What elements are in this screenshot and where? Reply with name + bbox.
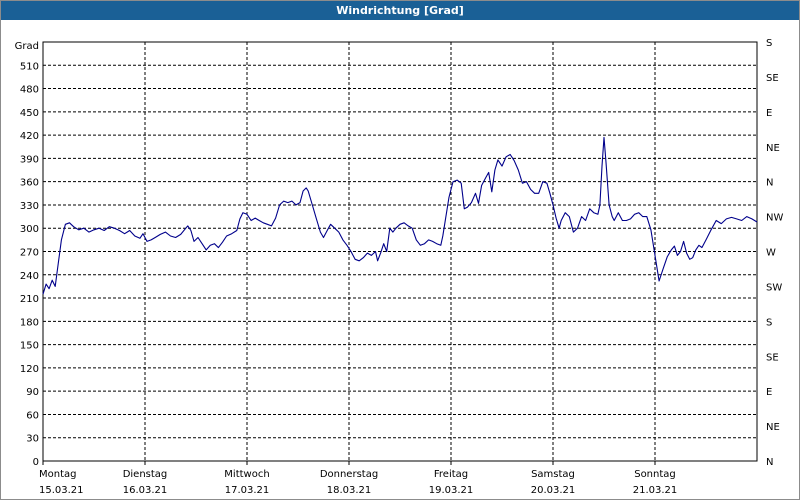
x-tick-label-date: 21.03.21 [633, 485, 678, 496]
y-tick-label: 450 [20, 108, 39, 119]
wind-direction-chart: 0 30 60 90 120 150 180 210 240 270 300 330 360 390 420… [15, 38, 784, 496]
y-tick-label: 330 [20, 201, 39, 212]
right-axis-label: NE [766, 143, 780, 154]
x-tick-label-day: Sonntag [634, 469, 676, 480]
right-axis-label: W [766, 248, 776, 259]
x-tick-label-date: 15.03.21 [39, 485, 84, 496]
y-tick-label: 300 [20, 224, 39, 235]
right-axis-label: N [766, 457, 773, 468]
y-tick-label: 360 [20, 178, 39, 189]
x-tick-label-date: 17.03.21 [225, 485, 270, 496]
x-tick-label-day: Montag [39, 469, 76, 480]
right-axis-label: NW [766, 213, 783, 224]
right-axis-label: SE [766, 73, 779, 84]
y-tick-label: 150 [20, 341, 39, 352]
y-tick-label: 30 [26, 434, 39, 445]
x-tick-label-date: 20.03.21 [531, 485, 576, 496]
y-tick-label: 420 [20, 131, 39, 142]
y-tick-label: 270 [20, 248, 39, 259]
right-axis-label: SE [766, 352, 779, 363]
x-tick-label-date: 18.03.21 [327, 485, 372, 496]
x-tick-label-day: Samstag [531, 469, 575, 480]
y-tick-label: 510 [20, 61, 39, 72]
y-tick-label: 210 [20, 294, 39, 305]
x-tick-label-day: Donnerstag [320, 469, 378, 480]
right-axis-label: N [766, 178, 773, 189]
x-tick-label-date: 19.03.21 [429, 485, 474, 496]
x-tick-label-day: Dienstag [123, 469, 168, 480]
right-axis-label: NE [766, 422, 780, 433]
right-axis-label: S [766, 317, 772, 328]
right-axis-label: S [766, 38, 772, 49]
x-tick-label-day: Mittwoch [224, 469, 269, 480]
y-tick-label: 120 [20, 364, 39, 375]
x-tick-label-day: Freitag [434, 469, 468, 480]
right-axis-label: E [766, 108, 772, 119]
y-axis-label: Grad [15, 41, 39, 52]
y-tick-label: 390 [20, 154, 39, 165]
x-tick-label-date: 16.03.21 [123, 485, 168, 496]
y-tick-label: 90 [26, 387, 39, 398]
y-tick-label: 0 [33, 457, 39, 468]
right-axis-label: E [766, 387, 772, 398]
chart-window: Windrichtung [Grad] 0 30 60 90 120 150 180 210 2… [0, 0, 800, 500]
y-tick-label: 60 [26, 410, 39, 421]
y-tick-label: 480 [20, 85, 39, 96]
y-tick-label: 180 [20, 317, 39, 328]
y-tick-label: 240 [20, 271, 39, 282]
right-axis-label: SW [766, 282, 782, 293]
